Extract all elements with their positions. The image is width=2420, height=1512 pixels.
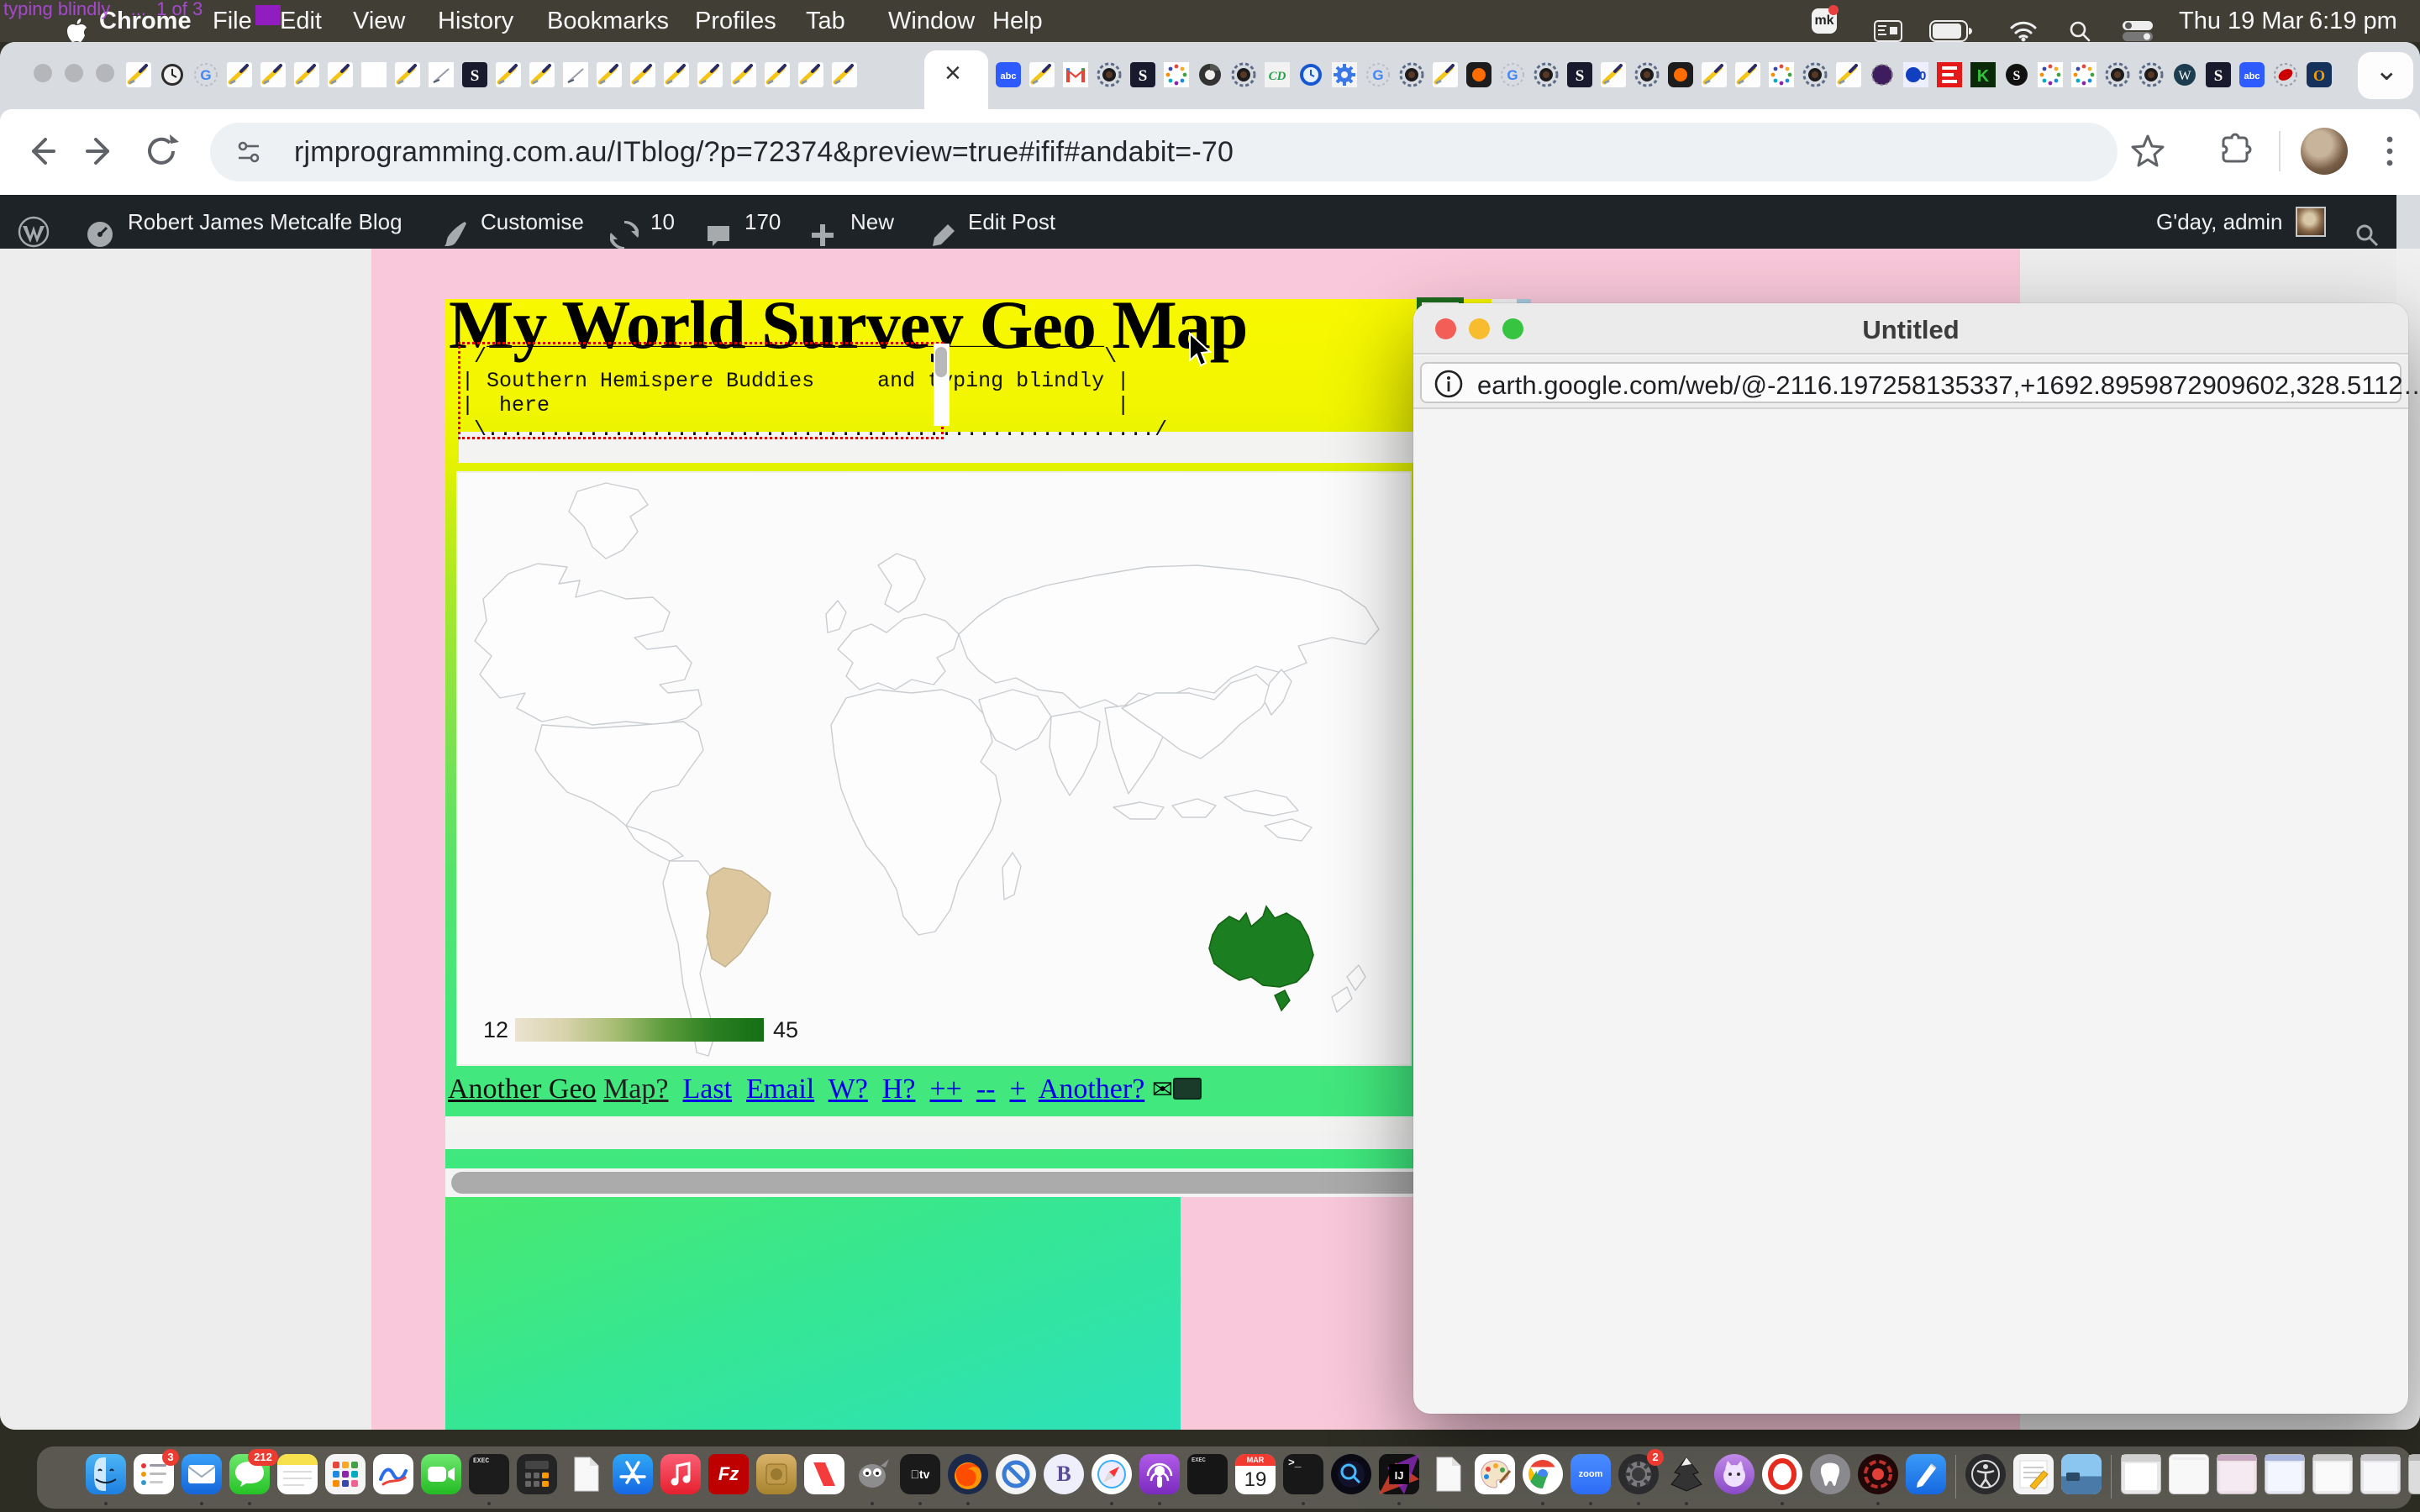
svg-text:G: G bbox=[1372, 67, 1383, 83]
svg-text:CD: CD bbox=[1269, 70, 1286, 83]
svg-text:O: O bbox=[2313, 67, 2325, 84]
svg-text:W: W bbox=[2178, 69, 2191, 83]
svg-text:IJ: IJ bbox=[1395, 1469, 1404, 1482]
svg-text:G: G bbox=[1507, 67, 1518, 83]
svg-text:K: K bbox=[1977, 67, 1990, 86]
svg-text:G: G bbox=[200, 67, 211, 83]
svg-text:S: S bbox=[471, 67, 480, 85]
svg-text:abc: abc bbox=[2244, 71, 2260, 81]
svg-text:S: S bbox=[2013, 69, 2021, 83]
svg-text:S: S bbox=[1139, 67, 1148, 85]
svg-text:S: S bbox=[2214, 67, 2223, 85]
svg-text:abc: abc bbox=[1001, 71, 1017, 81]
svg-text:0: 0 bbox=[1919, 69, 1926, 83]
svg-text:S: S bbox=[1576, 67, 1585, 85]
